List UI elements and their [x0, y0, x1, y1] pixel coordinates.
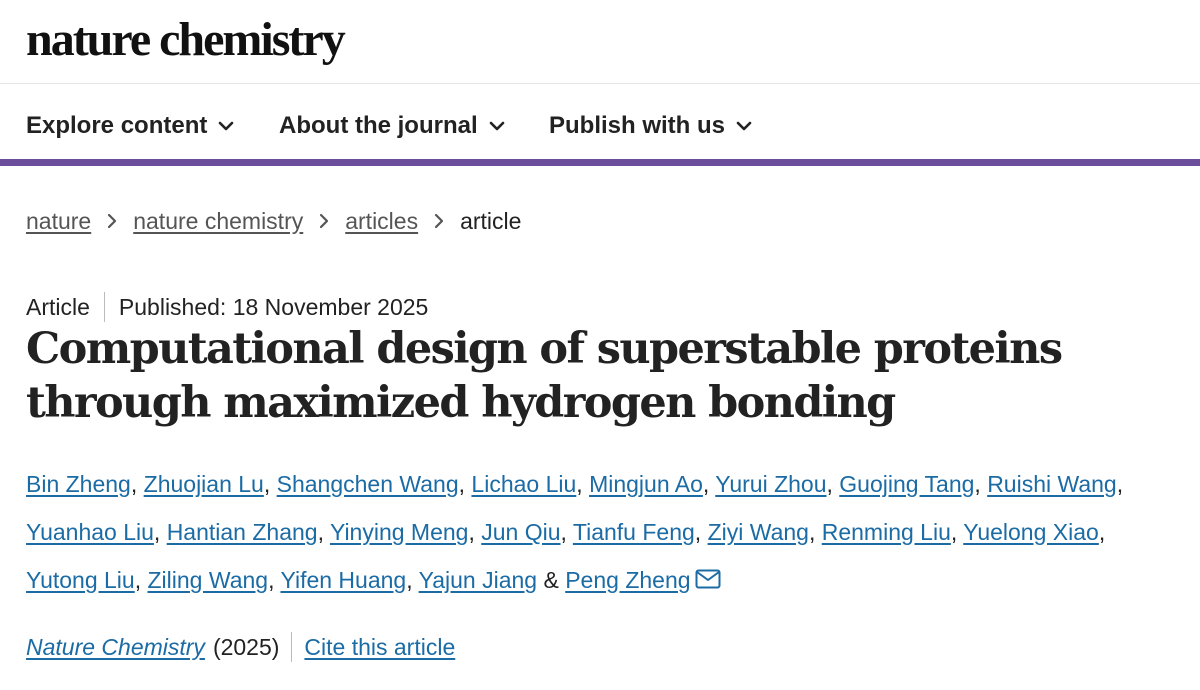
author-link[interactable]: Jun Qiu — [481, 519, 560, 545]
author-link[interactable]: Tianfu Feng — [573, 519, 695, 545]
author-link[interactable]: Zhuojian Lu — [144, 471, 264, 497]
journal-link[interactable]: Nature Chemistry — [26, 634, 205, 661]
author-link[interactable]: Bin Zheng — [26, 471, 131, 497]
chevron-right-icon — [434, 213, 444, 229]
author-link[interactable]: Guojing Tang — [839, 471, 974, 497]
article-title: Computational design of superstable prot… — [26, 324, 1063, 428]
author-link[interactable]: Yurui Zhou — [715, 471, 826, 497]
author-link[interactable]: Peng Zheng — [565, 567, 690, 593]
breadcrumb-current: article — [460, 207, 522, 234]
citation-line: Nature Chemistry (2025) Cite this articl… — [26, 630, 455, 664]
author-link[interactable]: Yifen Huang — [280, 567, 406, 593]
article-type: Article — [26, 293, 90, 320]
author-list: Bin Zheng, Zhuojian Lu, Shangchen Wang, … — [26, 471, 1124, 593]
chevron-down-icon — [489, 121, 504, 131]
main-nav: Explore content About the journal Publis… — [0, 84, 1200, 166]
author-link[interactable]: Mingjun Ao — [589, 471, 703, 497]
author-link[interactable]: Yutong Liu — [26, 567, 135, 593]
site-header: nature chemistry — [0, 0, 1200, 84]
published-date: Published: 18 November 2025 — [118, 293, 429, 320]
article-meta: Article Published: 18 November 2025 — [26, 290, 428, 324]
author-link[interactable]: Lichao Liu — [471, 471, 576, 497]
site-logo[interactable]: nature chemistry — [26, 10, 346, 70]
nav-item-label: Publish with us — [549, 112, 726, 139]
chevron-down-icon — [219, 121, 234, 131]
mail-icon[interactable] — [695, 569, 721, 589]
nav-about-journal[interactable]: About the journal — [279, 108, 508, 144]
author-link[interactable]: Renming Liu — [822, 519, 951, 545]
breadcrumb: nature nature chemistry articles article — [26, 204, 521, 238]
author-link[interactable]: Shangchen Wang — [277, 471, 459, 497]
nav-item-label: Explore content — [26, 112, 208, 139]
publication-year: (2025) — [212, 633, 280, 660]
author-link[interactable]: Hantian Zhang — [167, 519, 318, 545]
cite-this-article-link[interactable]: Cite this article — [304, 634, 455, 661]
breadcrumb-articles[interactable]: articles — [345, 208, 418, 235]
nav-publish-with-us[interactable]: Publish with us — [549, 108, 755, 144]
author-link[interactable]: Ziling Wang — [148, 567, 269, 593]
author-link[interactable]: Ruishi Wang — [987, 471, 1117, 497]
nav-explore-content[interactable]: Explore content — [26, 108, 237, 144]
chevron-down-icon — [736, 121, 752, 131]
author-link[interactable]: Ziyi Wang — [708, 519, 809, 545]
cite-divider — [291, 632, 293, 662]
chevron-right-icon — [320, 213, 329, 229]
author-link[interactable]: Yuelong Xiao — [963, 519, 1099, 545]
author-link[interactable]: Yuanhao Liu — [26, 519, 154, 545]
author-link[interactable]: Yinying Meng — [330, 519, 469, 545]
author-link[interactable]: Yajun Jiang — [419, 567, 538, 593]
breadcrumb-nature-chemistry[interactable]: nature chemistry — [133, 208, 303, 235]
meta-divider — [103, 292, 105, 322]
breadcrumb-nature[interactable]: nature — [26, 208, 91, 235]
nav-item-label: About the journal — [279, 112, 478, 139]
chevron-right-icon — [108, 213, 117, 229]
